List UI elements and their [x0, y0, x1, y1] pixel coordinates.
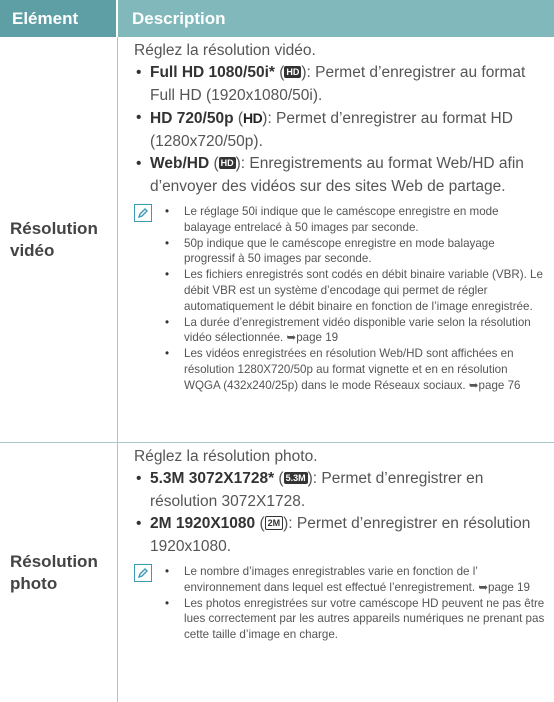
option-name: 5.3M 3072X1728* — [150, 470, 275, 487]
list-item: Les vidéos enregistrées en résolution We… — [160, 346, 546, 393]
memo-icon — [134, 204, 152, 222]
list-item: Les fichiers enregistrés sont codés en d… — [160, 267, 546, 314]
photo-notes-list: Le nombre d’images enregistrables varie … — [160, 564, 546, 643]
list-item: HD 720/50p (HD): Permet d’enregistrer au… — [134, 107, 546, 153]
label-line1: Résolution — [10, 218, 98, 238]
web-hd-icon: HD — [218, 157, 236, 169]
label-line1: Résolution — [10, 551, 98, 571]
list-item: 50p indique que le caméscope enregistre … — [160, 236, 546, 268]
list-item: La durée d’enregistrement vidéo disponib… — [160, 315, 546, 347]
photo-intro: Réglez la résolution photo. — [134, 448, 318, 465]
video-options-list: Full HD 1080/50i* (HD): Permet d’enregis… — [134, 62, 546, 198]
photo-note: Le nombre d’images enregistrables varie … — [134, 564, 546, 643]
list-item: Le réglage 50i indique que le caméscope … — [160, 204, 546, 236]
row-label-photo: Résolution photo — [0, 443, 118, 702]
option-name: Full HD 1080/50i* — [150, 64, 275, 81]
option-name: HD 720/50p — [150, 110, 234, 127]
row-label-video: Résolution vidéo — [0, 37, 118, 442]
option-name: 2M 1920X1080 — [150, 515, 256, 532]
header-description: Description — [116, 0, 554, 37]
video-intro: Réglez la résolution vidéo. — [134, 42, 316, 59]
list-item: 5.3M 3072X1728* (5.3M): Permet d’enregis… — [134, 468, 546, 513]
list-item: Le nombre d’images enregistrables varie … — [160, 564, 546, 596]
resolution-2m-icon: 2M — [264, 516, 284, 530]
full-hd-icon: HD — [284, 66, 302, 78]
option-name: Web/HD — [150, 155, 210, 172]
list-item: Full HD 1080/50i* (HD): Permet d’enregis… — [134, 62, 546, 107]
label-line2: photo — [10, 573, 58, 593]
row-content-photo: Réglez la résolution photo. 5.3M 3072X17… — [118, 443, 554, 702]
header-element: Elément — [0, 0, 116, 37]
list-item: Web/HD (HD): Enregistrements au format W… — [134, 153, 546, 198]
page: Elément Description Résolution vidéo Rég… — [0, 0, 554, 702]
table-header: Elément Description — [0, 0, 554, 37]
row-content-video: Réglez la résolution vidéo. Full HD 1080… — [118, 37, 554, 442]
row-video-resolution: Résolution vidéo Réglez la résolution vi… — [0, 37, 554, 443]
list-item: Les photos enregistrées sur votre camésc… — [160, 596, 546, 643]
list-item: 2M 1920X1080 (2M): Permet d’enregistrer … — [134, 513, 546, 558]
resolution-5-3m-icon: 5.3M — [283, 472, 308, 484]
memo-icon — [134, 564, 152, 582]
video-note: Le réglage 50i indique que le caméscope … — [134, 204, 546, 394]
video-notes-list: Le réglage 50i indique que le caméscope … — [160, 204, 546, 394]
row-photo-resolution: Résolution photo Réglez la résolution ph… — [0, 443, 554, 702]
label-line2: vidéo — [10, 240, 55, 260]
hd-icon: HD — [243, 110, 263, 126]
photo-options-list: 5.3M 3072X1728* (5.3M): Permet d’enregis… — [134, 468, 546, 558]
